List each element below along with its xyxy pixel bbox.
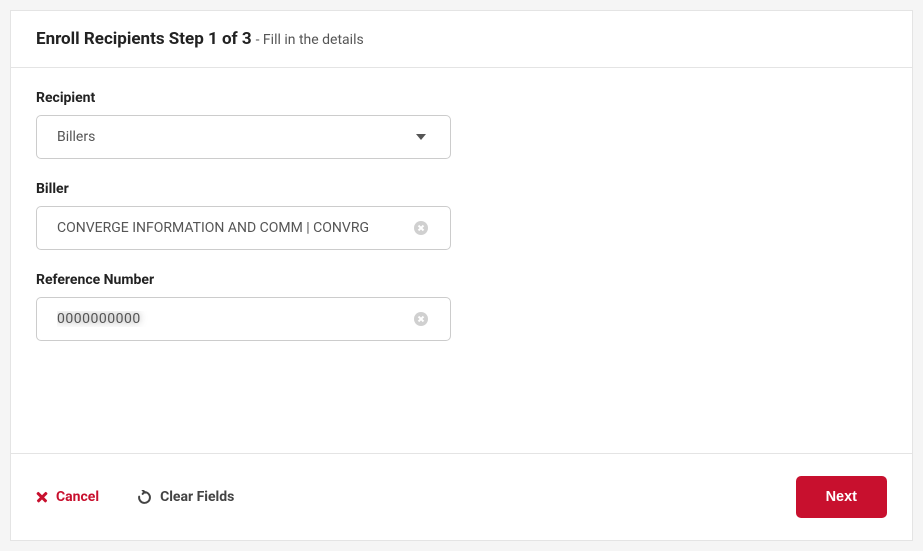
- close-icon: [36, 491, 48, 503]
- recipient-label: Recipient: [36, 90, 451, 106]
- clear-fields-button[interactable]: Clear Fields: [137, 489, 234, 505]
- reference-number-label: Reference Number: [36, 272, 451, 288]
- footer-left: Cancel Clear Fields: [36, 489, 234, 505]
- clear-fields-label: Clear Fields: [160, 489, 234, 505]
- recipient-selected-value: Billers: [57, 129, 416, 145]
- cancel-button[interactable]: Cancel: [36, 489, 99, 505]
- reference-number-group: Reference Number: [36, 272, 451, 341]
- reference-number-input[interactable]: [57, 311, 414, 327]
- caret-down-icon: [416, 134, 426, 140]
- clear-reference-number-icon[interactable]: [414, 312, 428, 326]
- biller-input[interactable]: [57, 220, 414, 236]
- clear-biller-icon[interactable]: [414, 221, 428, 235]
- card-footer: Cancel Clear Fields Next: [11, 453, 912, 540]
- card-body: Recipient Billers Biller Reference Numbe…: [11, 68, 912, 453]
- recipient-group: Recipient Billers: [36, 90, 451, 159]
- cancel-label: Cancel: [56, 489, 99, 505]
- biller-group: Biller: [36, 181, 451, 250]
- enroll-recipients-card: Enroll Recipients Step 1 of 3 - Fill in …: [10, 10, 913, 541]
- next-button[interactable]: Next: [796, 476, 887, 518]
- page-subtitle: - Fill in the details: [256, 32, 364, 48]
- reference-number-input-wrapper: [36, 297, 451, 341]
- recipient-select[interactable]: Billers: [36, 115, 451, 159]
- biller-label: Biller: [36, 181, 451, 197]
- undo-icon: [137, 490, 152, 505]
- card-header: Enroll Recipients Step 1 of 3 - Fill in …: [11, 11, 912, 68]
- page-title: Enroll Recipients Step 1 of 3: [36, 29, 252, 49]
- biller-input-wrapper: [36, 206, 451, 250]
